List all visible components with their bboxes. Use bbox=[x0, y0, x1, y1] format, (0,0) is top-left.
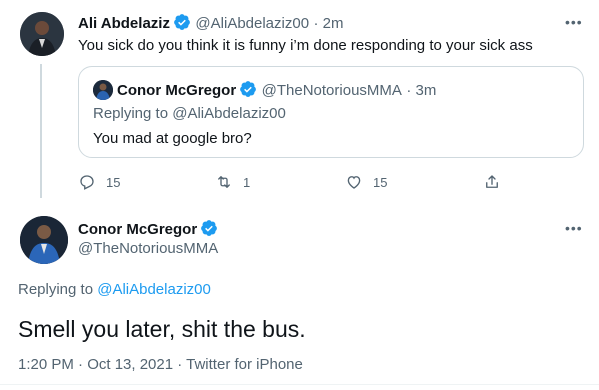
like-count: 15 bbox=[373, 174, 388, 190]
replying-to-handle: @AliAbdelaziz00 bbox=[172, 105, 286, 122]
quoted-author-name: Conor McGregor bbox=[117, 82, 237, 99]
quoted-replying-to: Replying to @AliAbdelaziz00 bbox=[93, 105, 286, 122]
parent-tweet-text: You sick do you think it is funny i’m do… bbox=[78, 37, 533, 54]
quoted-tweet-header: Conor McGregor @TheNotoriousMMA · 3m bbox=[117, 80, 436, 100]
replying-to-handle-link[interactable]: @AliAbdelaziz00 bbox=[97, 281, 211, 298]
reply-icon bbox=[80, 175, 94, 190]
retweet-button[interactable]: 1 bbox=[215, 173, 250, 191]
verified-icon bbox=[240, 81, 257, 97]
share-icon bbox=[486, 175, 498, 188]
author-handle[interactable]: @AliAbdelaziz00 bbox=[195, 15, 309, 32]
author-name[interactable]: Conor McGregor bbox=[78, 221, 197, 238]
main-tweet-text: Smell you later, shit the bus. bbox=[18, 316, 306, 342]
main-tweet-author: Conor McGregor bbox=[78, 219, 218, 239]
reply-count: 15 bbox=[106, 174, 121, 190]
more-icon[interactable]: ••• bbox=[565, 221, 587, 235]
quoted-tweet-time: · 3m bbox=[406, 82, 437, 99]
tweet-time[interactable]: · 2m bbox=[314, 15, 344, 32]
share-button[interactable] bbox=[483, 173, 501, 191]
verified-icon bbox=[201, 220, 218, 236]
replying-to-label: Replying to bbox=[93, 105, 169, 122]
quoted-author-handle: @TheNotoriousMMA bbox=[261, 82, 402, 99]
author-name[interactable]: Ali Abdelaziz bbox=[78, 15, 170, 32]
avatar-conor-mcgregor-small bbox=[93, 80, 113, 100]
more-icon[interactable]: ••• bbox=[565, 15, 587, 29]
avatar-ali-abdelaziz[interactable] bbox=[20, 12, 64, 56]
reply-button[interactable]: 15 bbox=[78, 173, 120, 191]
avatar-conor-mcgregor[interactable] bbox=[20, 216, 68, 264]
quoted-tweet-text: You mad at google bro? bbox=[93, 130, 252, 147]
retweet-icon bbox=[218, 176, 230, 188]
parent-tweet-header: Ali Abdelaziz @AliAbdelaziz00 · 2m bbox=[78, 13, 344, 33]
replying-to: Replying to @AliAbdelaziz00 bbox=[18, 281, 211, 298]
like-icon bbox=[347, 176, 361, 189]
main-tweet-handle[interactable]: @TheNotoriousMMA bbox=[78, 240, 218, 257]
thread-connector-line bbox=[40, 64, 42, 198]
tweet-timestamp-source[interactable]: 1:20 PM · Oct 13, 2021 · Twitter for iPh… bbox=[18, 356, 303, 373]
like-button[interactable]: 15 bbox=[345, 173, 387, 191]
verified-icon bbox=[174, 14, 190, 30]
divider bbox=[0, 384, 599, 385]
replying-to-label: Replying to bbox=[18, 281, 94, 298]
quoted-tweet-card[interactable]: Conor McGregor @TheNotoriousMMA · 3m Rep… bbox=[78, 66, 584, 158]
retweet-count: 1 bbox=[243, 174, 251, 190]
